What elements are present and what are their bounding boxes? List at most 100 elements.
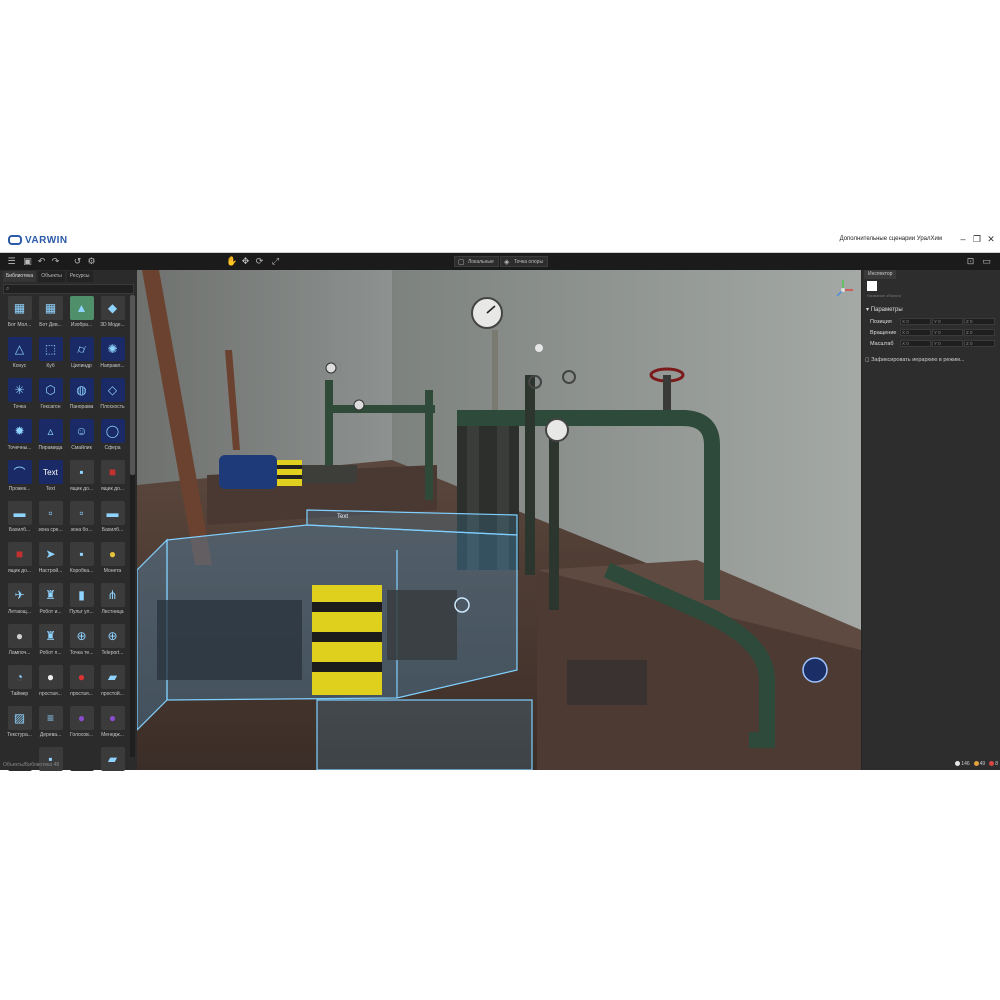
library-item[interactable]: ● Голосов... bbox=[66, 704, 97, 745]
library-item[interactable]: ▬ Бахилб... bbox=[4, 499, 35, 540]
library-item[interactable]: ☺ Смайлик bbox=[66, 417, 97, 458]
library-item[interactable]: ■ ящик до... bbox=[4, 540, 35, 581]
library-search-input[interactable]: ⌕ bbox=[3, 284, 134, 294]
library-item[interactable]: ▪ Коробка... bbox=[66, 540, 97, 581]
library-item-label: Бахилб... bbox=[101, 527, 124, 533]
library-item[interactable]: ⬚ Куб bbox=[35, 335, 66, 376]
library-item[interactable]: ▮ Пульт ул... bbox=[66, 581, 97, 622]
library-item[interactable]: ✹ Точечны... bbox=[4, 417, 35, 458]
hand-icon[interactable]: ✋ bbox=[226, 256, 237, 267]
library-item-label: Изобра... bbox=[70, 322, 93, 328]
library-item[interactable]: ▰ простой... bbox=[97, 663, 128, 704]
voice-icon: ● bbox=[69, 706, 94, 730]
library-item[interactable]: ■ ящик до... bbox=[97, 458, 128, 499]
scene-viewport[interactable]: Text bbox=[137, 270, 861, 770]
transform-field[interactable]: X 0 bbox=[900, 329, 931, 336]
spot-light-icon: ✹ bbox=[7, 419, 32, 443]
parameters-section[interactable]: ▾ Параметры bbox=[862, 305, 1000, 315]
restore-icon[interactable]: ❐ bbox=[972, 234, 982, 245]
library-item[interactable]: ▬ Бахилб... bbox=[97, 499, 128, 540]
sphere-icon: ◯ bbox=[100, 419, 125, 443]
library-item[interactable]: ⌒ Прожек... bbox=[4, 458, 35, 499]
library-item[interactable]: ✳ Точка bbox=[4, 376, 35, 417]
library-item[interactable]: Text Text bbox=[35, 458, 66, 499]
library-item[interactable]: ◍ Панорама bbox=[66, 376, 97, 417]
selection-text-label: Text bbox=[337, 514, 349, 520]
transform-field[interactable]: Z 0 bbox=[964, 340, 995, 347]
library-item-label: Бахилб... bbox=[8, 527, 31, 533]
move-icon[interactable]: ✥ bbox=[240, 256, 251, 267]
redo-icon[interactable]: ↷ bbox=[50, 256, 61, 267]
library-item[interactable]: ≡ Дерева... bbox=[35, 704, 66, 745]
library-item[interactable] bbox=[66, 745, 97, 786]
library-item[interactable]: ✈ Летающ... bbox=[4, 581, 35, 622]
library-item[interactable]: ➤ Настрой... bbox=[35, 540, 66, 581]
menu-icon[interactable]: ☰ bbox=[6, 256, 17, 267]
transform-field[interactable]: Z 0 bbox=[964, 329, 995, 336]
preview-icon[interactable]: ▭ bbox=[981, 256, 992, 267]
library-item[interactable]: ♜ Робот п... bbox=[35, 622, 66, 663]
tab-inspector[interactable]: Инспектор bbox=[864, 270, 897, 279]
object-name-field[interactable]: Название объекта bbox=[867, 293, 901, 298]
library-item[interactable]: ▰ bbox=[97, 745, 128, 786]
library-status: Объекты/Библиотека 48 bbox=[3, 762, 60, 768]
library-item[interactable]: △ Конус bbox=[4, 335, 35, 376]
library-item-label: зона сре... bbox=[38, 527, 63, 533]
transform-field[interactable]: Y 0 bbox=[932, 329, 963, 336]
transform-field[interactable]: X 0 bbox=[900, 340, 931, 347]
tab-resources[interactable]: Ресурсы bbox=[66, 271, 93, 282]
rotate-icon[interactable]: ⟳ bbox=[254, 256, 265, 267]
library-item[interactable]: ◔ Таймер bbox=[4, 663, 35, 704]
transform-row: Вращение X 0Y 0Z 0 bbox=[870, 329, 998, 337]
library-item[interactable]: ▦ Бот Дев... bbox=[35, 294, 66, 335]
local-space-button[interactable]: ▢ Локальные bbox=[454, 256, 499, 267]
pivot-button[interactable]: ◈ Точка опоры bbox=[500, 256, 549, 267]
library-item[interactable]: ▨ Текстура... bbox=[4, 704, 35, 745]
library-item[interactable]: ⊕ Teleport... bbox=[97, 622, 128, 663]
library-item[interactable]: ⋔ Лестница bbox=[97, 581, 128, 622]
tab-objects[interactable]: Объекты bbox=[38, 271, 65, 282]
vr-icon[interactable]: ⊡ bbox=[965, 256, 976, 267]
bench-icon: ▬ bbox=[7, 501, 32, 525]
library-item[interactable]: ▲ Изобра... bbox=[66, 294, 97, 335]
library-item-label: Цилиндр bbox=[71, 363, 92, 369]
minimize-icon[interactable]: – bbox=[958, 234, 968, 244]
zone-icon: ▫ bbox=[69, 501, 94, 525]
library-item[interactable]: ⬡ Гексагон bbox=[35, 376, 66, 417]
scale-icon[interactable]: ⤢ bbox=[270, 256, 281, 267]
undo2-icon[interactable]: ↺ bbox=[72, 256, 83, 267]
library-item[interactable]: ▵ Пирамида bbox=[35, 417, 66, 458]
transform-field[interactable]: Z 0 bbox=[964, 318, 995, 325]
library-item[interactable]: ● простая... bbox=[35, 663, 66, 704]
library-item[interactable]: ● Лампоч... bbox=[4, 622, 35, 663]
settings-icon[interactable]: ⚙ bbox=[86, 256, 97, 267]
transform-field[interactable]: Y 0 bbox=[932, 318, 963, 325]
light-icon: ✺ bbox=[100, 337, 125, 361]
tab-library[interactable]: Библиотека bbox=[3, 271, 37, 282]
library-item-label: зона бо... bbox=[70, 527, 93, 533]
library-item[interactable]: ▦ Бот Мол... bbox=[4, 294, 35, 335]
library-item[interactable]: ● Менедж... bbox=[97, 704, 128, 745]
library-item[interactable]: ⊕ Точка те... bbox=[66, 622, 97, 663]
zone-icon: ▫ bbox=[38, 501, 63, 525]
library-item[interactable]: ◯ Сфера bbox=[97, 417, 128, 458]
library-item[interactable]: ✺ Направл... bbox=[97, 335, 128, 376]
library-item[interactable]: ⌭ Цилиндр bbox=[66, 335, 97, 376]
library-item[interactable]: ● простая... bbox=[66, 663, 97, 704]
library-item[interactable]: ◆ 3D Моде... bbox=[97, 294, 128, 335]
undo-icon[interactable]: ↶ bbox=[36, 256, 47, 267]
wood-icon: ≡ bbox=[38, 706, 63, 730]
library-item[interactable]: ▫ зона бо... bbox=[66, 499, 97, 540]
library-item[interactable]: ♜ Робот и... bbox=[35, 581, 66, 622]
transform-field[interactable]: X 0 bbox=[900, 318, 931, 325]
library-item[interactable]: ▪ ящик до... bbox=[66, 458, 97, 499]
library-item[interactable]: ● Монета bbox=[97, 540, 128, 581]
library-item[interactable]: ◇ Плоскость bbox=[97, 376, 128, 417]
save-icon[interactable]: ▣ bbox=[22, 256, 33, 267]
library-scrollbar[interactable] bbox=[130, 295, 135, 757]
fix-hierarchy-toggle[interactable]: ◻ Зафиксировать иерархию в режим... bbox=[865, 356, 998, 364]
close-icon[interactable]: ✕ bbox=[986, 234, 996, 245]
transform-field[interactable]: Y 0 bbox=[932, 340, 963, 347]
library-item[interactable]: ▫ зона сре... bbox=[35, 499, 66, 540]
scrollbar-thumb[interactable] bbox=[130, 295, 135, 475]
